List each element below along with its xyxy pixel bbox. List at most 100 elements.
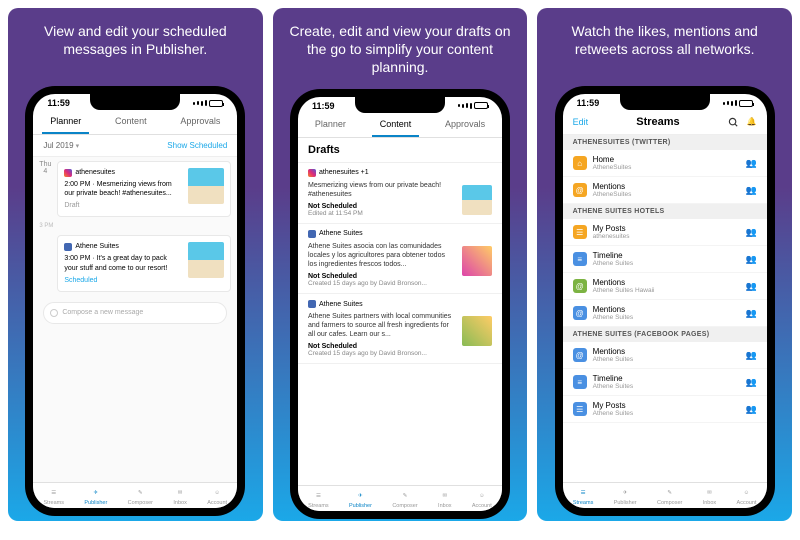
timeline-icon: ≡	[573, 252, 587, 266]
tab-account[interactable]: ☺Account	[207, 487, 227, 506]
tab-inbox[interactable]: ✉Inbox	[703, 487, 716, 506]
tab-approvals[interactable]: Approvals	[172, 110, 228, 134]
streams-list: ATHENESUITES (TWITTER) ⌂HomeAtheneSuites…	[563, 135, 767, 482]
streams-header: Edit Streams 🔔	[563, 110, 767, 135]
stream-row[interactable]: ☰My PostsAthene Suites👥	[563, 396, 767, 423]
publisher-tabs: Planner Content Approvals	[33, 110, 237, 135]
tab-planner[interactable]: Planner	[42, 110, 89, 134]
tab-account[interactable]: ☺Account	[472, 490, 492, 509]
stream-row[interactable]: @MentionsAtheneSuites👥	[563, 177, 767, 204]
publisher-icon: ✈	[354, 490, 366, 502]
notch	[620, 94, 710, 110]
tab-bar: ☰Streams ✈Publisher ✎Composer ✉Inbox ☺Ac…	[563, 482, 767, 508]
scheduled-card[interactable]: Athene Suites 3:00 PM · It's a great day…	[57, 235, 231, 291]
search-icon[interactable]	[728, 117, 739, 128]
stream-row[interactable]: ⌂HomeAtheneSuites👥	[563, 150, 767, 177]
battery-icon	[474, 102, 488, 109]
tab-composer[interactable]: ✎Composer	[657, 487, 682, 506]
battery-icon	[739, 100, 753, 107]
stream-row[interactable]: ☰My Postsathenesuites👥	[563, 219, 767, 246]
mention-icon: @	[573, 183, 587, 197]
section-header: ATHENE SUITES HOTELS	[563, 204, 767, 219]
stream-row[interactable]: @MentionsAthene Suites Hawaii👥	[563, 273, 767, 300]
people-icon: 👥	[745, 254, 756, 265]
draft-item[interactable]: Athene Suites Athene Suites partners wit…	[298, 294, 502, 364]
screen: 11:59 Edit Streams 🔔 ATHENESUITES (TWITT…	[563, 94, 767, 508]
stream-row[interactable]: @MentionsAthene Suites👥	[563, 300, 767, 327]
thumbnail	[462, 185, 492, 215]
battery-icon	[209, 100, 223, 107]
tab-publisher[interactable]: ✈Publisher	[614, 487, 637, 506]
section-header: ATHENE SUITES (FACEBOOK PAGES)	[563, 327, 767, 342]
signal-icon	[458, 101, 488, 111]
subbar: Jul 2019▾ Show Scheduled	[33, 135, 237, 157]
tab-composer[interactable]: ✎Composer	[392, 490, 417, 509]
phone-frame: 11:59 Planner Content Approvals Drafts a…	[290, 89, 510, 519]
signal-icon	[723, 98, 753, 108]
tab-content[interactable]: Content	[372, 113, 420, 137]
tab-publisher[interactable]: ✈Publisher	[349, 490, 372, 509]
page-title: Streams	[636, 116, 679, 128]
planner-content: Thu4 athenesuites 2:00 PM · Mesmerizing …	[33, 157, 237, 482]
people-icon: 👥	[745, 158, 756, 169]
month-picker[interactable]: Jul 2019▾	[43, 141, 79, 150]
people-icon: 👥	[745, 227, 756, 238]
composer-icon: ✎	[134, 487, 146, 499]
compose-button[interactable]: Compose a new message	[43, 302, 227, 324]
account-icon: ☺	[211, 487, 223, 499]
caption: View and edit your scheduled messages in…	[14, 14, 257, 86]
tab-composer[interactable]: ✎Composer	[128, 487, 153, 506]
thumbnail	[188, 168, 224, 204]
tab-bar: ☰Streams ✈Publisher ✎Composer ✉Inbox ☺Ac…	[298, 485, 502, 511]
facebook-icon	[308, 300, 316, 308]
section-header: ATHENESUITES (TWITTER)	[563, 135, 767, 150]
edit-button[interactable]: Edit	[573, 117, 589, 127]
tab-inbox[interactable]: ✉Inbox	[438, 490, 451, 509]
tab-streams[interactable]: ☰Streams	[573, 487, 593, 506]
inbox-icon: ✉	[174, 487, 186, 499]
publisher-tabs: Planner Content Approvals	[298, 113, 502, 138]
scheduled-card[interactable]: athenesuites 2:00 PM · Mesmerizing views…	[57, 161, 231, 217]
show-scheduled-link[interactable]: Show Scheduled	[167, 141, 227, 150]
tab-approvals[interactable]: Approvals	[437, 113, 493, 137]
tab-account[interactable]: ☺Account	[737, 487, 757, 506]
facebook-icon	[308, 230, 316, 238]
tab-planner[interactable]: Planner	[307, 113, 354, 137]
time-marker: 3 PM	[33, 221, 237, 231]
tab-content[interactable]: Content	[107, 110, 155, 134]
people-icon: 👥	[745, 308, 756, 319]
account-icon: ☺	[740, 487, 752, 499]
draft-item[interactable]: athenesuites +1 Mesmerizing views from o…	[298, 163, 502, 224]
draft-item[interactable]: Athene Suites Athene Suites asocia con l…	[298, 224, 502, 294]
tab-inbox[interactable]: ✉Inbox	[173, 487, 186, 506]
phone-frame: 11:59 Planner Content Approvals Jul 2019…	[25, 86, 245, 516]
streams-icon: ☰	[312, 490, 324, 502]
inbox-icon: ✉	[703, 487, 715, 499]
promo-panel-1: View and edit your scheduled messages in…	[8, 8, 263, 521]
tab-streams[interactable]: ☰Streams	[308, 490, 328, 509]
bell-icon[interactable]: 🔔	[747, 117, 757, 128]
drafts-list: athenesuites +1 Mesmerizing views from o…	[298, 163, 502, 485]
streams-icon: ☰	[577, 487, 589, 499]
signal-icon	[193, 98, 223, 108]
time: 11:59	[312, 101, 335, 111]
mention-icon: @	[573, 348, 587, 362]
stream-row[interactable]: ≡TimelineAthene Suites👥	[563, 369, 767, 396]
caption: Create, edit and view your drafts on the…	[279, 14, 522, 89]
stream-row[interactable]: @MentionsAthene Suites👥	[563, 342, 767, 369]
tab-publisher[interactable]: ✈Publisher	[84, 487, 107, 506]
mention-icon: @	[573, 306, 587, 320]
thumbnail	[462, 246, 492, 276]
posts-icon: ☰	[573, 402, 587, 416]
people-icon: 👥	[745, 185, 756, 196]
tab-streams[interactable]: ☰Streams	[44, 487, 64, 506]
people-icon: 👥	[745, 350, 756, 361]
posts-icon: ☰	[573, 225, 587, 239]
instagram-icon	[308, 169, 316, 177]
day-column: Thu4	[33, 157, 57, 221]
time: 11:59	[47, 98, 70, 108]
caption: Watch the likes, mentions and retweets a…	[543, 14, 786, 86]
drafts-header: Drafts	[298, 138, 502, 163]
thumbnail	[462, 316, 492, 346]
stream-row[interactable]: ≡TimelineAthene Suites👥	[563, 246, 767, 273]
